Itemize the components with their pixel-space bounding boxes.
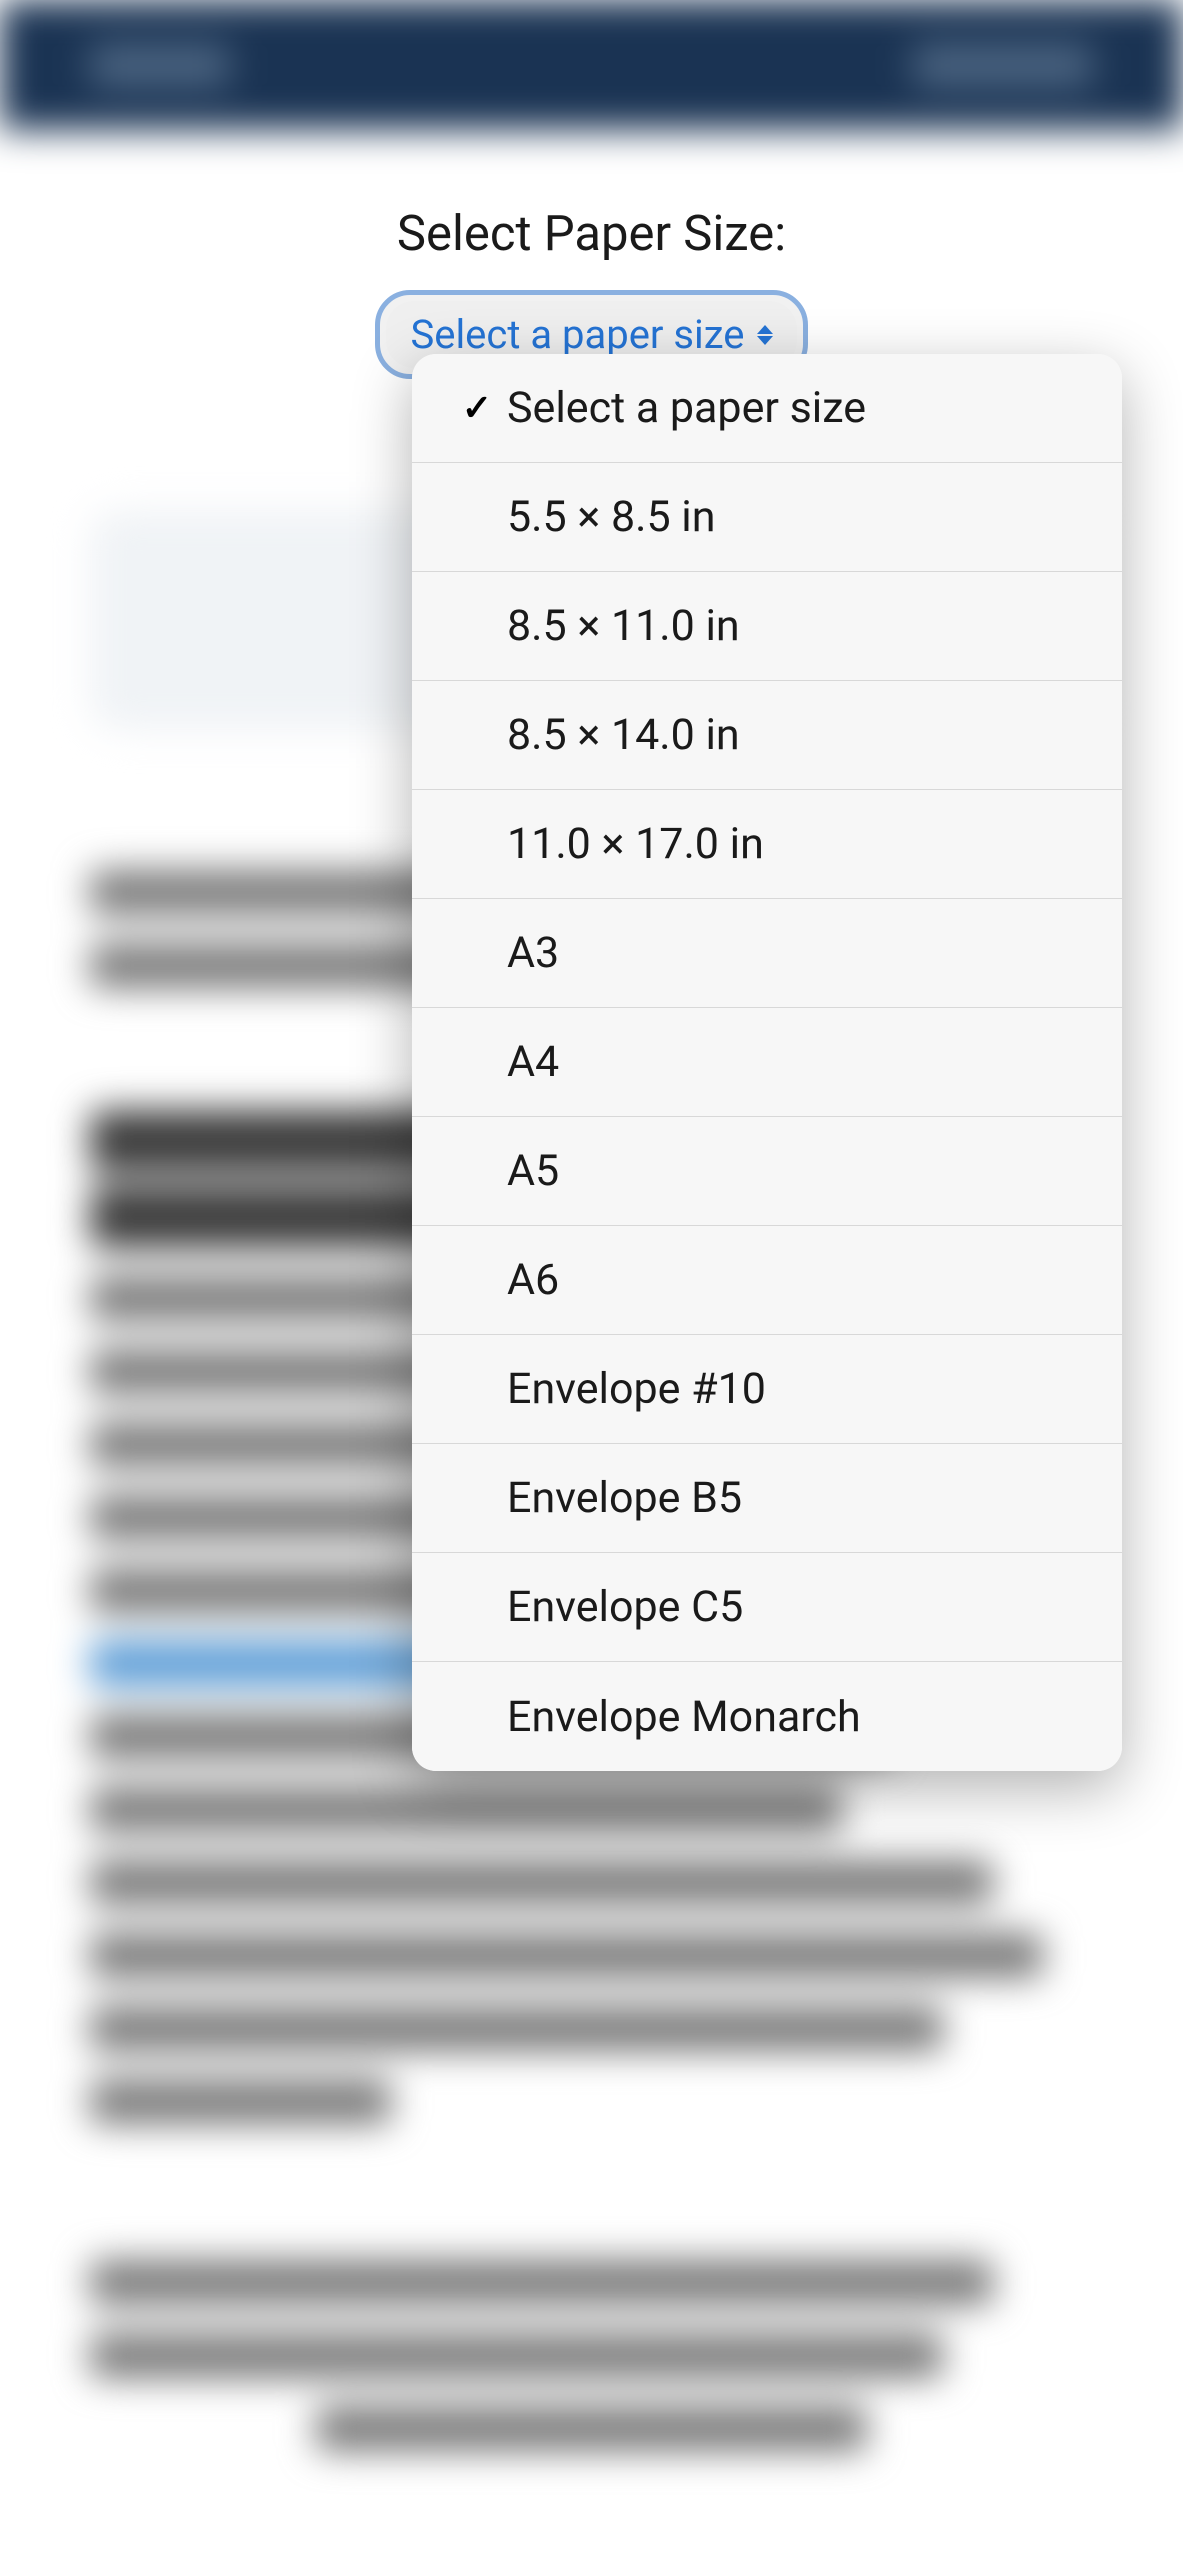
dropdown-option[interactable]: A5 bbox=[412, 1117, 1122, 1226]
updown-caret-icon bbox=[757, 325, 773, 345]
dropdown-option-label: Select a paper size bbox=[507, 383, 866, 433]
dropdown-option-label: A5 bbox=[507, 1146, 559, 1196]
dropdown-option-label: A3 bbox=[507, 928, 559, 978]
dropdown-option[interactable]: Envelope Monarch bbox=[412, 1662, 1122, 1771]
dropdown-option[interactable]: A6 bbox=[412, 1226, 1122, 1335]
dropdown-option[interactable]: Envelope #10 bbox=[412, 1335, 1122, 1444]
dropdown-option-label: 5.5 × 8.5 in bbox=[507, 492, 716, 542]
dropdown-option[interactable]: A3 bbox=[412, 899, 1122, 1008]
paper-size-dropdown: ✓ Select a paper size 5.5 × 8.5 in 8.5 ×… bbox=[412, 354, 1122, 1771]
dropdown-option[interactable]: 11.0 × 17.0 in bbox=[412, 790, 1122, 899]
dropdown-option[interactable]: 8.5 × 14.0 in bbox=[412, 681, 1122, 790]
dropdown-option[interactable]: Envelope C5 bbox=[412, 1553, 1122, 1662]
dropdown-option[interactable]: 5.5 × 8.5 in bbox=[412, 463, 1122, 572]
dropdown-option[interactable]: 8.5 × 11.0 in bbox=[412, 572, 1122, 681]
dropdown-option[interactable]: ✓ Select a paper size bbox=[412, 354, 1122, 463]
paper-size-label: Select Paper Size: bbox=[0, 205, 1183, 262]
dropdown-option-label: Envelope Monarch bbox=[507, 1692, 861, 1742]
dropdown-option-label: Envelope B5 bbox=[507, 1473, 742, 1523]
dropdown-option-label: A4 bbox=[507, 1037, 559, 1087]
dropdown-option-label: Envelope C5 bbox=[507, 1582, 743, 1632]
dropdown-option-label: Envelope #10 bbox=[507, 1364, 766, 1414]
dropdown-option[interactable]: A4 bbox=[412, 1008, 1122, 1117]
checkmark-icon: ✓ bbox=[462, 387, 492, 429]
dropdown-option-label: 8.5 × 11.0 in bbox=[507, 601, 740, 651]
dropdown-option[interactable]: Envelope B5 bbox=[412, 1444, 1122, 1553]
dropdown-option-label: A6 bbox=[507, 1255, 559, 1305]
dropdown-option-label: 11.0 × 17.0 in bbox=[507, 819, 764, 869]
select-current-value: Select a paper size bbox=[410, 311, 744, 358]
dropdown-option-label: 8.5 × 14.0 in bbox=[507, 710, 740, 760]
